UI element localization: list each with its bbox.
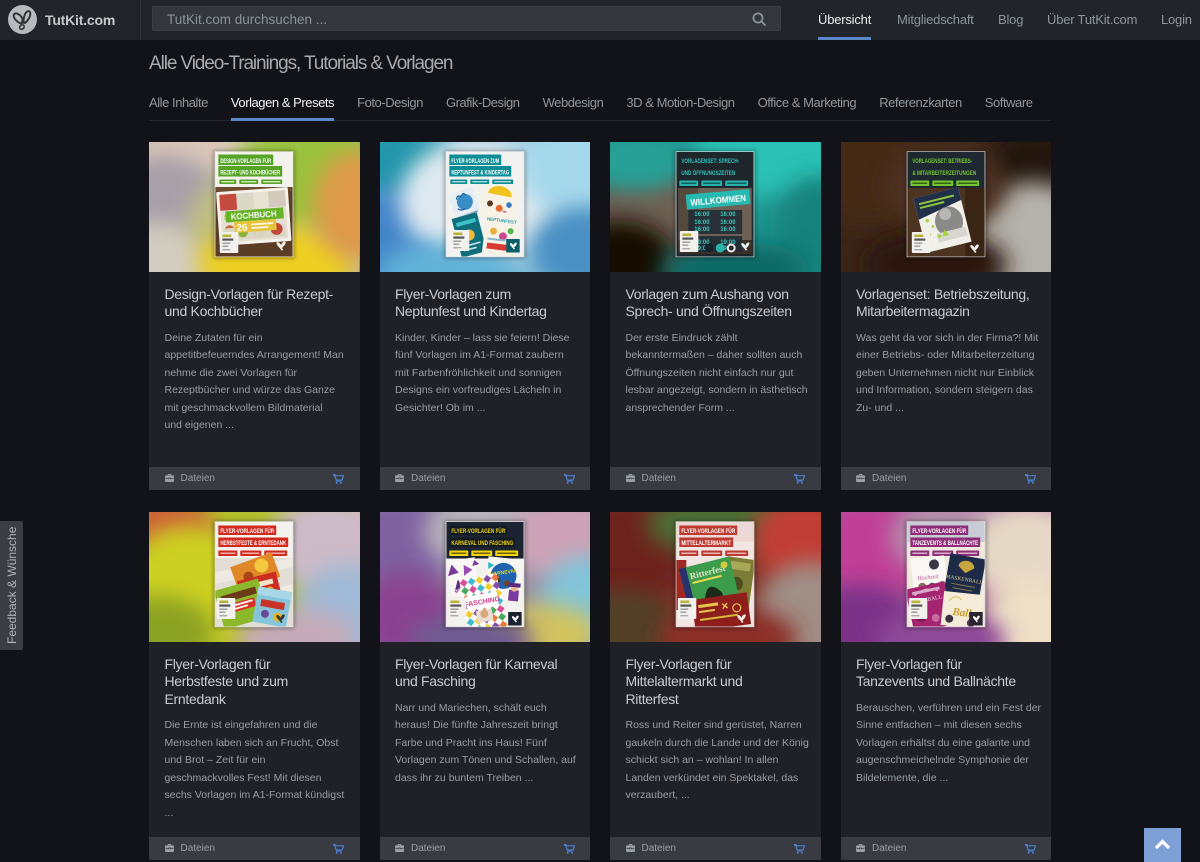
svg-text:FLYER-VORLAGEN ZUM: FLYER-VORLAGEN ZUM (451, 158, 499, 165)
svg-text:16:00: 16:00 (694, 212, 710, 218)
svg-text:FLYER-VORLAGEN FÜR: FLYER-VORLAGEN FÜR (451, 528, 505, 535)
svg-text:REZEPT- UND KOCHBÜCHER: REZEPT- UND KOCHBÜCHER (220, 167, 280, 176)
svg-text:VORLAGENSET: SPRECH-: VORLAGENSET: SPRECH- (681, 158, 739, 165)
svg-text:FLYER-VORLAGEN FÜR: FLYER-VORLAGEN FÜR (912, 528, 966, 535)
svg-text:& MITARBEITERZEITUNGEN: & MITARBEITERZEITUNGEN (912, 170, 976, 177)
svg-text:TANZEVENTS & BALLNÄCHTE: TANZEVENTS & BALLNÄCHTE (912, 540, 978, 547)
svg-text:16:00: 16:00 (720, 212, 736, 218)
svg-text:VORLAGENSET: BETRIEBS-: VORLAGENSET: BETRIEBS- (912, 158, 972, 165)
svg-text:KARNEVAL UND FASCHING: KARNEVAL UND FASCHING (451, 540, 513, 547)
svg-text:FLYER-VORLAGEN FÜR: FLYER-VORLAGEN FÜR (220, 528, 274, 535)
svg-text:HERBSTFESTE & ERNTEDANK: HERBSTFESTE & ERNTEDANK (220, 540, 286, 547)
svg-text:MITTELALTERMARKT: MITTELALTERMARKT (681, 540, 731, 547)
svg-text:16:00: 16:00 (720, 220, 736, 226)
svg-text:16:00: 16:00 (720, 227, 736, 233)
svg-text:NEPTUNFEST & KINDERTAG: NEPTUNFEST & KINDERTAG (451, 169, 509, 176)
svg-text:FLYER-VORLAGEN FÜR: FLYER-VORLAGEN FÜR (681, 528, 735, 535)
svg-text:DESIGN-VORLAGEN FÜR: DESIGN-VORLAGEN FÜR (220, 156, 271, 165)
svg-text:UND ÖFFNUNGSZEITEN: UND ÖFFNUNGSZEITEN (681, 170, 735, 177)
svg-text:16:00: 16:00 (694, 220, 710, 226)
